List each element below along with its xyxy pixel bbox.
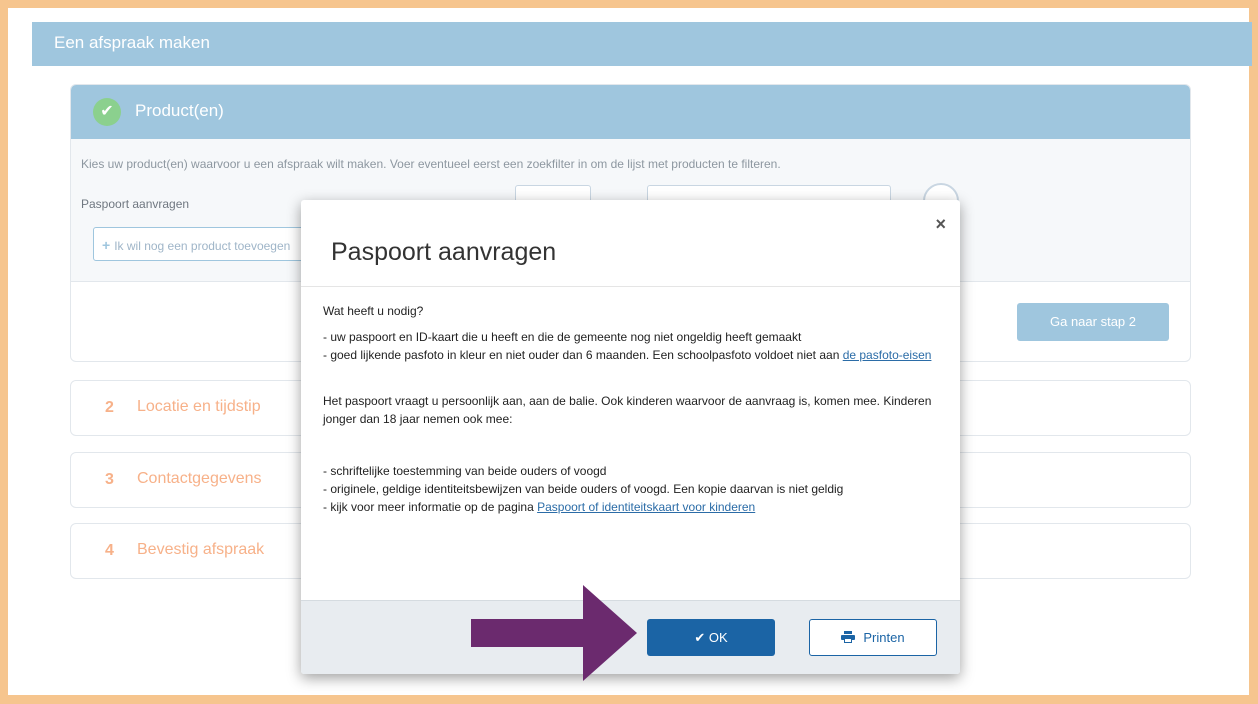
requirement-text: - kijk voor meer informatie op de pagina <box>323 500 538 514</box>
page-title: Een afspraak maken <box>54 33 210 52</box>
step-number: 2 <box>105 399 114 416</box>
kinderen-info-link[interactable]: Paspoort of identiteitskaart voor kinder… <box>537 500 755 514</box>
requirement-item: - goed lijkende pasfoto in kleur en niet… <box>323 346 943 364</box>
step-number: 3 <box>105 471 114 488</box>
check-icon: ✔ <box>93 98 121 126</box>
plus-icon: + <box>102 237 111 253</box>
modal-paragraph: Het paspoort vraagt u persoonlijk aan, a… <box>323 394 932 426</box>
requirement-item: - originele, geldige identiteitsbewijzen… <box>323 482 844 496</box>
requirement-text: - goed lijkende pasfoto in kleur en niet… <box>323 348 843 362</box>
step-label: Bevestig afspraak <box>137 541 265 558</box>
modal-divider <box>301 286 960 287</box>
add-product-label: Ik wil nog een product toevoegen <box>114 239 291 253</box>
modal-title: Paspoort aanvragen <box>331 238 557 266</box>
page-header: Een afspraak maken <box>32 22 1252 66</box>
next-step-button[interactable]: Ga naar stap 2 <box>1017 303 1169 341</box>
print-label: Printen <box>863 630 905 645</box>
step-1-intro: Kies uw product(en) waarvoor u een afspr… <box>81 157 781 171</box>
step-number: 4 <box>105 542 114 559</box>
printer-icon <box>841 631 856 643</box>
step-1-title: Product(en) <box>135 101 224 120</box>
step-1-header[interactable]: ✔ Product(en) <box>71 85 1190 139</box>
checkmark-icon: ✔ <box>694 630 706 645</box>
step-label: Contactgegevens <box>137 470 262 487</box>
requirement-item: - schriftelijke toestemming van beide ou… <box>323 464 607 478</box>
close-icon[interactable]: × <box>935 214 946 235</box>
ok-label: OK <box>708 630 728 645</box>
print-button[interactable]: Printen <box>809 619 937 656</box>
product-label: Paspoort aanvragen <box>81 197 190 211</box>
arrow-icon <box>471 585 637 681</box>
requirement-item: - uw paspoort en ID-kaart die u heeft en… <box>323 330 802 344</box>
step-label: Locatie en tijdstip <box>137 398 261 415</box>
requirement-item: - kijk voor meer informatie op de pagina… <box>323 498 943 516</box>
pasfoto-eisen-link[interactable]: de pasfoto-eisen <box>843 348 932 362</box>
modal-question: Wat heeft u nodig? <box>323 304 424 318</box>
ok-button[interactable]: ✔ OK <box>647 619 775 656</box>
modal-body: Wat heeft u nodig? - uw paspoort en ID-k… <box>323 302 943 516</box>
